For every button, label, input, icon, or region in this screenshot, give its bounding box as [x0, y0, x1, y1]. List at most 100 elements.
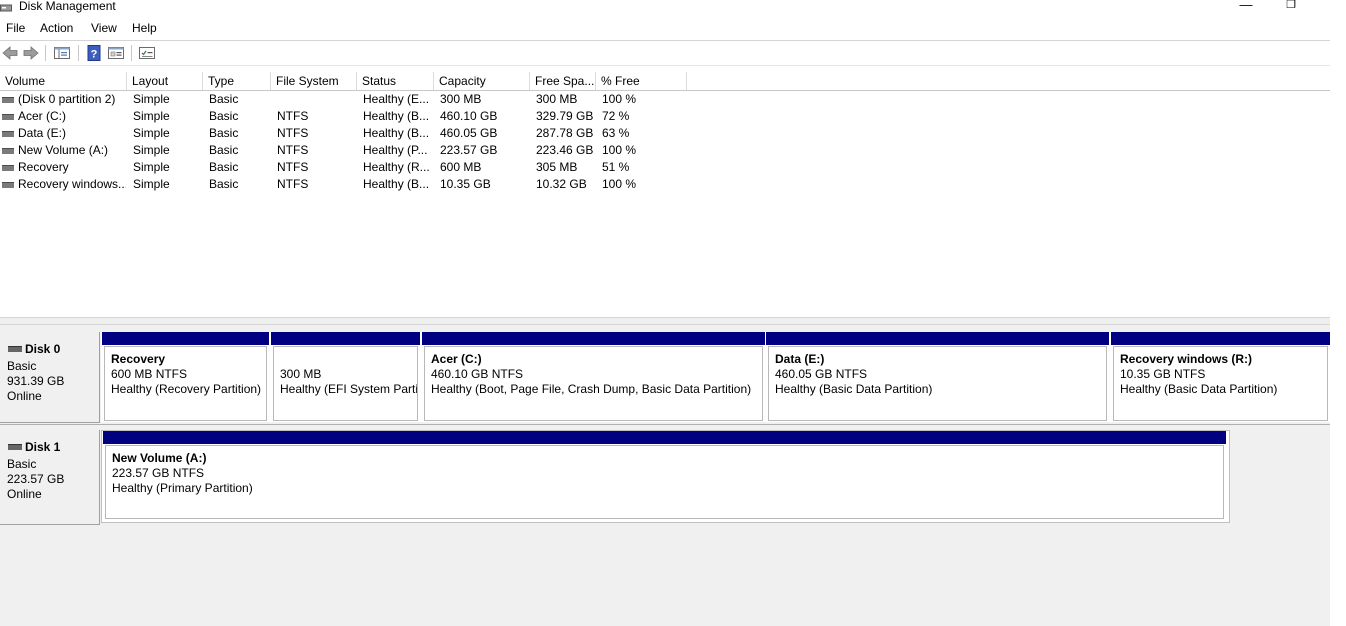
partition-bar — [271, 332, 420, 345]
menu-bar: File Action View Help — [0, 18, 1330, 38]
partition-body: Recovery windows (R:) 10.35 GB NTFS Heal… — [1113, 346, 1328, 421]
volume-layout: Simple — [133, 126, 170, 140]
volume-status: Healthy (B... — [363, 177, 430, 191]
volume-free-space: 223.46 GB — [536, 143, 594, 157]
partition-recovery[interactable]: Recovery 600 MB NTFS Healthy (Recovery P… — [102, 332, 269, 422]
column-header-capacity[interactable]: Capacity — [434, 72, 530, 90]
partition-name: New Volume (A:) — [112, 451, 207, 465]
volume-type: Basic — [209, 126, 239, 140]
column-header-volume[interactable]: Volume — [0, 72, 127, 90]
partition-bar — [422, 332, 765, 345]
volume-file-system: NTFS — [277, 143, 309, 157]
column-header-status[interactable]: Status — [357, 72, 434, 90]
partition-status: Healthy (Basic Data Partition) — [1120, 382, 1278, 396]
volume-row[interactable]: Acer (C:) Simple Basic NTFS Healthy (B..… — [0, 108, 700, 125]
partition-bar — [102, 332, 269, 345]
partition-size: 460.10 GB NTFS — [431, 367, 524, 381]
volume-type: Basic — [209, 109, 239, 123]
disk-management-window: Disk Management — ❐ File Action View Hel… — [0, 0, 1330, 626]
partition-status: Healthy (Recovery Partition) — [111, 382, 262, 396]
partition-body: 300 MB Healthy (EFI System Partit — [273, 346, 418, 421]
partition-bar — [103, 431, 1226, 444]
volume-file-system: NTFS — [277, 177, 309, 191]
column-header-type[interactable]: Type — [203, 72, 271, 90]
volume-layout: Simple — [133, 160, 170, 174]
menu-help[interactable]: Help — [132, 21, 157, 35]
partition-name: Data (E:) — [775, 352, 825, 366]
volume-name: Recovery windows... — [18, 177, 126, 191]
volume-row[interactable]: (Disk 0 partition 2) Simple Basic Health… — [0, 91, 700, 108]
volume-icon — [2, 97, 14, 103]
volume-row[interactable]: Recovery Simple Basic NTFS Healthy (R...… — [0, 159, 700, 176]
disk-state: Online — [7, 389, 42, 403]
partition-name: Recovery — [111, 352, 166, 366]
properties-icon[interactable] — [107, 44, 125, 62]
partition-bar — [766, 332, 1109, 345]
volume-capacity: 460.05 GB — [440, 126, 498, 140]
disk-state: Online — [7, 487, 42, 501]
disk-name: Disk 0 — [25, 342, 61, 356]
volume-capacity: 600 MB — [440, 160, 482, 174]
partition-data-e[interactable]: Data (E:) 460.05 GB NTFS Healthy (Basic … — [766, 332, 1109, 422]
partition-name: Acer (C:) — [431, 352, 482, 366]
volume-status: Healthy (B... — [363, 109, 430, 123]
disk-0-label[interactable]: Disk 0 Basic 931.39 GB Online — [0, 332, 100, 423]
partition-size: 460.05 GB NTFS — [775, 367, 868, 381]
volume-percent-free: 51 % — [602, 160, 630, 174]
show-list-icon[interactable] — [138, 44, 156, 62]
volume-status: Healthy (P... — [363, 143, 428, 157]
help-icon[interactable]: ? — [85, 44, 103, 62]
disk-name: Disk 1 — [25, 440, 61, 454]
forward-arrow-icon[interactable] — [22, 44, 40, 62]
menu-file[interactable]: File — [6, 21, 25, 35]
volume-list-header: Volume Layout Type File System Status Ca… — [0, 72, 1330, 91]
column-header-file-system[interactable]: File System — [271, 72, 357, 90]
partition-efi[interactable]: 300 MB Healthy (EFI System Partit — [271, 332, 420, 422]
title-bar: Disk Management — ❐ — [0, 0, 1330, 16]
partition-size: 10.35 GB NTFS — [1120, 367, 1206, 381]
volume-layout: Simple — [133, 143, 170, 157]
volume-file-system: NTFS — [277, 126, 309, 140]
volume-status: Healthy (E... — [363, 92, 430, 106]
disk-1-label[interactable]: Disk 1 Basic 223.57 GB Online — [0, 430, 100, 525]
column-header-free-space[interactable]: Free Spa... — [530, 72, 596, 90]
volume-type: Basic — [209, 143, 239, 157]
volume-type: Basic — [209, 177, 239, 191]
column-header-percent-free[interactable]: % Free — [596, 72, 687, 90]
partition-status: Healthy (Primary Partition) — [112, 481, 253, 495]
menu-view[interactable]: View — [91, 21, 117, 35]
partition-status: Healthy (EFI System Partit — [280, 382, 417, 396]
partition-size: 223.57 GB NTFS — [112, 466, 205, 480]
partition-status: Healthy (Basic Data Partition) — [775, 382, 933, 396]
partition-status: Healthy (Boot, Page File, Crash Dump, Ba… — [431, 382, 752, 396]
minimize-button[interactable]: — — [1236, 0, 1256, 15]
console-tree-icon[interactable] — [53, 44, 71, 62]
partition-new-volume-a[interactable]: New Volume (A:) 223.57 GB NTFS Healthy (… — [103, 431, 1226, 520]
volume-row[interactable]: Recovery windows... Simple Basic NTFS He… — [0, 176, 700, 193]
partition-bar — [1111, 332, 1330, 345]
partition-acer-c[interactable]: Acer (C:) 460.10 GB NTFS Healthy (Boot, … — [422, 332, 765, 422]
volume-percent-free: 72 % — [602, 109, 630, 123]
volume-icon — [2, 148, 14, 154]
volume-status: Healthy (B... — [363, 126, 430, 140]
partition-body: Recovery 600 MB NTFS Healthy (Recovery P… — [104, 346, 267, 421]
restore-button[interactable]: ❐ — [1281, 0, 1301, 15]
disk-size: 223.57 GB — [7, 472, 65, 486]
pane-splitter[interactable] — [0, 317, 1330, 325]
volume-icon — [2, 131, 14, 137]
volume-row[interactable]: Data (E:) Simple Basic NTFS Healthy (B..… — [0, 125, 700, 142]
volume-layout: Simple — [133, 92, 170, 106]
menu-separator — [0, 40, 1330, 41]
column-header-layout[interactable]: Layout — [127, 72, 203, 90]
volume-percent-free: 100 % — [602, 177, 637, 191]
volume-free-space: 287.78 GB — [536, 126, 594, 140]
disk-icon — [8, 444, 22, 450]
partition-recovery-windows-r[interactable]: Recovery windows (R:) 10.35 GB NTFS Heal… — [1111, 332, 1330, 422]
volume-name: Acer (C:) — [18, 109, 66, 123]
graphical-disk-view: Disk 0 Basic 931.39 GB Online Recovery 6… — [0, 325, 1330, 626]
volume-row[interactable]: New Volume (A:) Simple Basic NTFS Health… — [0, 142, 700, 159]
menu-action[interactable]: Action — [40, 21, 73, 35]
toolbar-separator — [78, 45, 79, 61]
partition-size: 300 MB — [280, 367, 322, 381]
back-arrow-icon[interactable] — [1, 44, 19, 62]
